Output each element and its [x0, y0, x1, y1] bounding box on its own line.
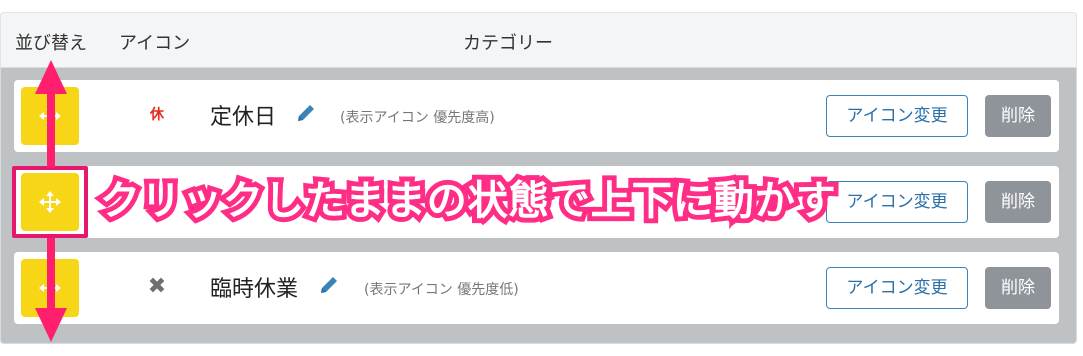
table-row: 休 定休日 (表示アイコン 優先度高) アイコン変更 削除 [14, 80, 1059, 152]
category-priority: (表示アイコン 優先度高) [340, 110, 495, 126]
holiday-icon: 休 [150, 107, 164, 123]
change-icon-button[interactable]: アイコン変更 [826, 95, 968, 137]
delete-button[interactable]: 削除 [985, 267, 1051, 309]
change-icon-button[interactable]: アイコン変更 [826, 267, 968, 309]
header-sort: 並び替え [15, 33, 87, 54]
temporary-closure-icon: ✖ [147, 274, 167, 299]
instruction-annotation: クリックしたままの状態で上下に動かす [100, 178, 837, 224]
pencil-icon[interactable] [295, 102, 317, 124]
drag-handle-highlight [12, 166, 88, 238]
category-name: 定休日 [210, 105, 277, 130]
pencil-icon[interactable] [318, 274, 340, 296]
table-header: 並び替え アイコン カテゴリー [0, 12, 1077, 68]
arrow-down-icon [35, 238, 67, 342]
category-name: 臨時休業 [210, 277, 299, 302]
header-icon: アイコン [119, 33, 191, 54]
header-category: カテゴリー [463, 33, 553, 54]
change-icon-button[interactable]: アイコン変更 [826, 181, 968, 223]
arrow-up-icon [35, 60, 67, 168]
table-row: ✖ 臨時休業 (表示アイコン 優先度低) アイコン変更 削除 [14, 252, 1059, 324]
delete-button[interactable]: 削除 [985, 181, 1051, 223]
category-priority: (表示アイコン 優先度低) [364, 282, 519, 298]
delete-button[interactable]: 削除 [985, 95, 1051, 137]
